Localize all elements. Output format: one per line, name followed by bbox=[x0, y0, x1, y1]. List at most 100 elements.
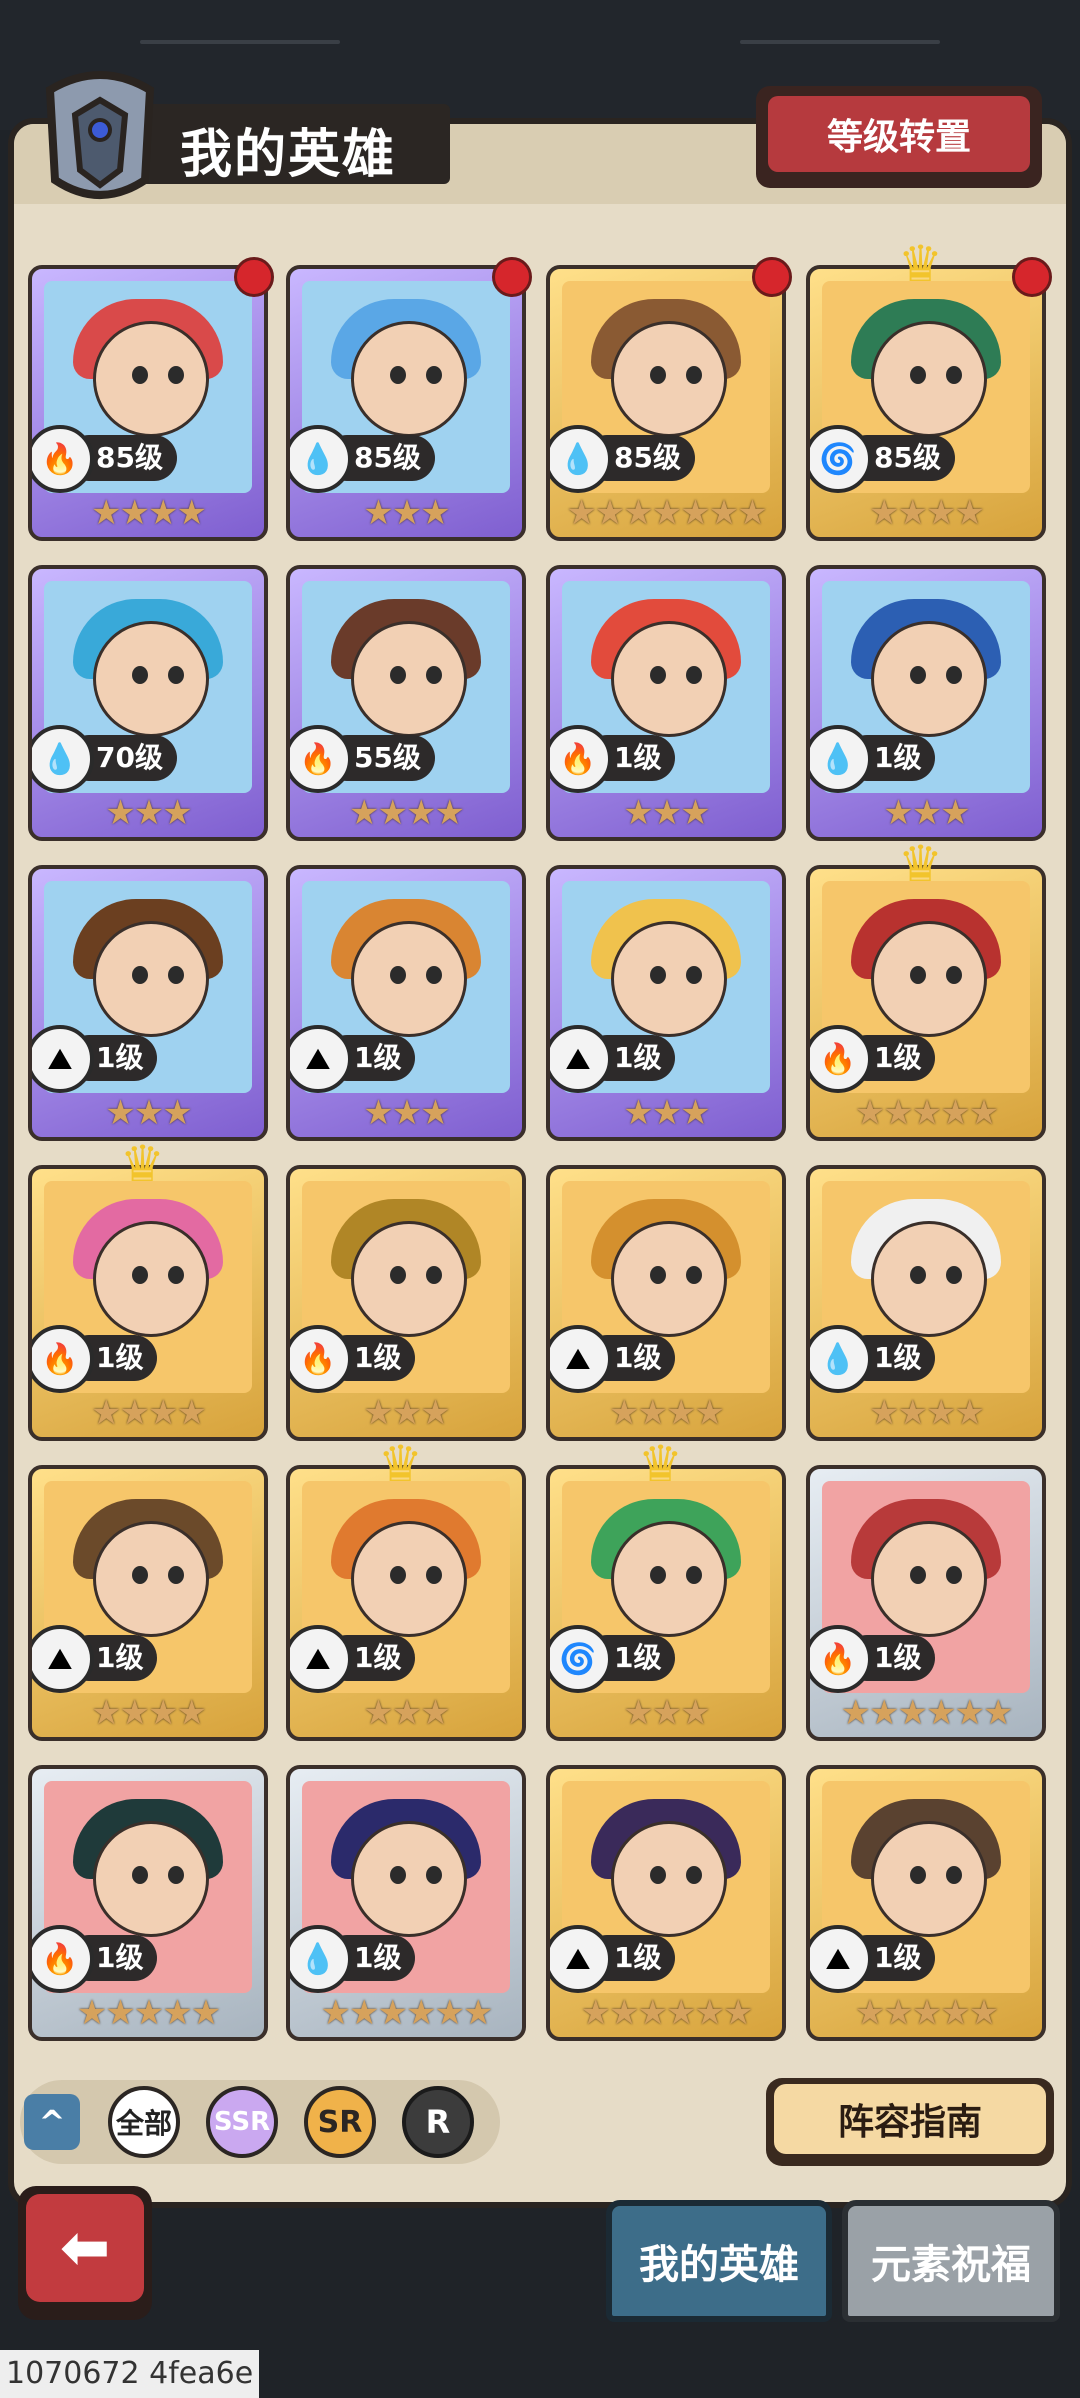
hero-card[interactable]: 1级 💧 ★★★★★★ bbox=[286, 1765, 526, 2041]
hero-eye bbox=[132, 366, 148, 384]
hero-card[interactable]: 1级 🔥 ★★★★★ bbox=[806, 865, 1046, 1141]
hero-eye bbox=[426, 966, 442, 984]
hero-card[interactable]: 1级 ⛰ ★★★★★ bbox=[806, 1765, 1046, 2041]
hero-card[interactable]: 85级 💧 ★★★ bbox=[286, 265, 526, 541]
hero-eye bbox=[390, 966, 406, 984]
hero-eye bbox=[946, 1866, 962, 1884]
hero-face bbox=[93, 921, 209, 1037]
notification-dot-icon bbox=[1012, 257, 1052, 297]
wind-element-icon: 🌀 bbox=[810, 425, 872, 493]
tab-element-blessing[interactable]: 元素祝福 bbox=[842, 2200, 1060, 2322]
notification-dot-icon bbox=[492, 257, 532, 297]
hero-stars: ★★★★ bbox=[91, 493, 207, 533]
helmet-icon bbox=[45, 71, 155, 199]
hero-card[interactable]: 1级 💧 ★★★★ bbox=[806, 1165, 1046, 1441]
hero-face bbox=[351, 921, 467, 1037]
hero-eye bbox=[650, 366, 666, 384]
hero-face bbox=[351, 1821, 467, 1937]
hero-face bbox=[871, 921, 987, 1037]
fire-element-icon: 🔥 bbox=[32, 425, 94, 493]
earth-element-icon: ⛰ bbox=[32, 1625, 94, 1693]
filter-ssr-button[interactable]: SSR bbox=[206, 2086, 278, 2158]
hero-card[interactable]: 1级 ⛰ ★★★ bbox=[286, 1465, 526, 1741]
hero-face bbox=[871, 1521, 987, 1637]
earth-element-icon: ⛰ bbox=[550, 1925, 612, 1993]
hero-face bbox=[611, 1821, 727, 1937]
crown-icon: ♛ bbox=[898, 235, 943, 293]
hero-stars: ★★★★ bbox=[91, 1393, 207, 1433]
fire-element-icon: 🔥 bbox=[810, 1625, 872, 1693]
hero-card[interactable]: 1级 🔥 ★★★★★★ bbox=[806, 1465, 1046, 1741]
hero-card[interactable]: 1级 ⛰ ★★★ bbox=[546, 865, 786, 1141]
hero-eye bbox=[910, 366, 926, 384]
hero-card[interactable]: 1级 🔥 ★★★★★ bbox=[28, 1765, 268, 2041]
hero-stars: ★★★ bbox=[363, 1093, 450, 1133]
hero-eye bbox=[132, 1266, 148, 1284]
hero-card[interactable]: 1级 🔥 ★★★ bbox=[286, 1165, 526, 1441]
hero-eye bbox=[390, 1566, 406, 1584]
hero-card[interactable]: 1级 ⛰ ★★★★ bbox=[546, 1165, 786, 1441]
earth-element-icon: ⛰ bbox=[550, 1025, 612, 1093]
hero-eye bbox=[650, 666, 666, 684]
hero-face bbox=[351, 1221, 467, 1337]
hero-stars: ★★★★★ bbox=[76, 1993, 221, 2033]
water-element-icon: 💧 bbox=[550, 425, 612, 493]
hero-eye bbox=[686, 1866, 702, 1884]
hero-stars: ★★★★★★ bbox=[320, 1993, 494, 2033]
fire-element-icon: 🔥 bbox=[810, 1025, 872, 1093]
hero-stars: ★★★ bbox=[105, 793, 192, 833]
water-element-icon: 💧 bbox=[290, 1925, 352, 1993]
hero-card[interactable]: 85级 🌀 ★★★★ bbox=[806, 265, 1046, 541]
hero-stars: ★★★★ bbox=[869, 1393, 985, 1433]
crown-icon: ♛ bbox=[898, 835, 943, 893]
hero-eye bbox=[390, 666, 406, 684]
hero-card[interactable]: 85级 💧 ★★★★★★★ bbox=[546, 265, 786, 541]
hero-card[interactable]: 1级 🔥 ★★★★ bbox=[28, 1165, 268, 1441]
back-button[interactable]: ⬅ bbox=[18, 2186, 152, 2320]
hero-face bbox=[871, 621, 987, 737]
hero-eye bbox=[650, 1866, 666, 1884]
earth-element-icon: ⛰ bbox=[290, 1625, 352, 1693]
earth-element-icon: ⛰ bbox=[810, 1925, 872, 1993]
hero-face bbox=[611, 321, 727, 437]
filter-sr-button[interactable]: SR bbox=[304, 2086, 376, 2158]
hero-eye bbox=[650, 1566, 666, 1584]
hero-eye bbox=[650, 966, 666, 984]
filter-all-button[interactable]: 全部 bbox=[108, 2086, 180, 2158]
hero-card[interactable]: 1级 🔥 ★★★ bbox=[546, 565, 786, 841]
fire-element-icon: 🔥 bbox=[290, 1325, 352, 1393]
hero-card[interactable]: 1级 ⛰ ★★★★ bbox=[28, 1465, 268, 1741]
collapse-icon[interactable]: ^ bbox=[24, 2094, 80, 2150]
hero-eye bbox=[946, 666, 962, 684]
hero-stars: ★★★★ bbox=[91, 1693, 207, 1733]
hero-eye bbox=[132, 666, 148, 684]
debug-footer: 1070672 4fea6e bbox=[0, 2350, 260, 2398]
hero-eye bbox=[686, 666, 702, 684]
earth-element-icon: ⛰ bbox=[550, 1325, 612, 1393]
fire-element-icon: 🔥 bbox=[290, 725, 352, 793]
hero-card[interactable]: 1级 💧 ★★★ bbox=[806, 565, 1046, 841]
water-element-icon: 💧 bbox=[810, 1325, 872, 1393]
hero-stars: ★★★★★ bbox=[854, 1993, 999, 2033]
hero-stars: ★★★ bbox=[363, 493, 450, 533]
hero-stars: ★★★ bbox=[623, 793, 710, 833]
filter-r-button[interactable]: R bbox=[402, 2086, 474, 2158]
hero-stars: ★★★★ bbox=[869, 493, 985, 533]
hero-card[interactable]: 1级 ⛰ ★★★ bbox=[286, 865, 526, 1141]
hero-eye bbox=[132, 966, 148, 984]
tab-my-heroes[interactable]: 我的英雄 bbox=[606, 2200, 832, 2322]
water-element-icon: 💧 bbox=[810, 725, 872, 793]
lineup-guide-button[interactable]: 阵容指南 bbox=[766, 2078, 1054, 2166]
hero-eye bbox=[910, 1866, 926, 1884]
hero-card[interactable]: 1级 ⛰ ★★★★★★ bbox=[546, 1765, 786, 2041]
earth-element-icon: ⛰ bbox=[32, 1025, 94, 1093]
hero-card[interactable]: 55级 🔥 ★★★★ bbox=[286, 565, 526, 841]
hero-card[interactable]: 1级 ⛰ ★★★ bbox=[28, 865, 268, 1141]
hero-eye bbox=[168, 1866, 184, 1884]
top-ornament bbox=[140, 40, 340, 44]
hero-card[interactable]: 1级 🌀 ★★★ bbox=[546, 1465, 786, 1741]
hero-card[interactable]: 85级 🔥 ★★★★ bbox=[28, 265, 268, 541]
hero-eye bbox=[168, 666, 184, 684]
hero-card[interactable]: 70级 💧 ★★★ bbox=[28, 565, 268, 841]
level-transfer-button[interactable]: 等级转置 bbox=[756, 86, 1042, 188]
